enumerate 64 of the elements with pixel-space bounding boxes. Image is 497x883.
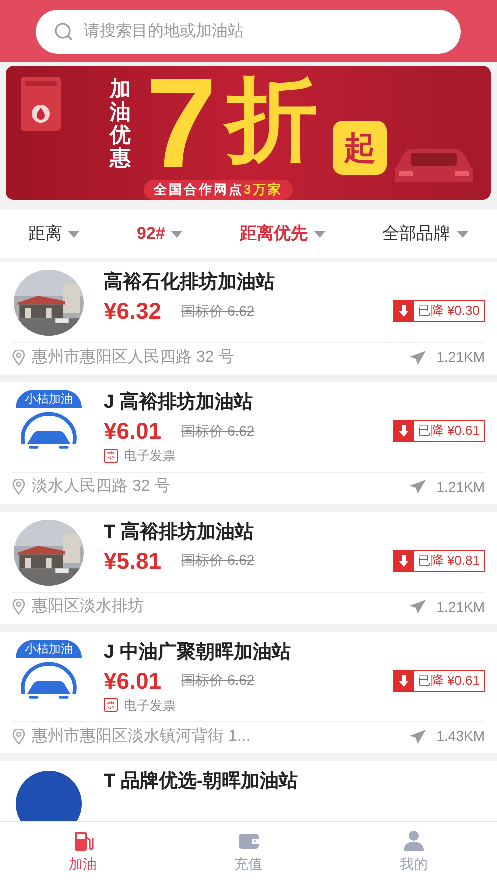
invoice-tag: 票: [104, 698, 118, 712]
location-pin-icon: [12, 350, 26, 366]
search-icon: [54, 22, 74, 42]
location-pin-icon: [12, 728, 26, 744]
station-card[interactable]: 高裕石化排坊加油站 ¥6.32 国标价 6.62 已降 ¥0.30 惠州市惠阳区人民四路 32 号 1.21KM: [0, 262, 497, 374]
station-address: 淡水人民四路 32 号: [32, 476, 171, 497]
distance-label: 1.43KM: [436, 727, 485, 746]
distance-label: 1.21KM: [436, 478, 485, 496]
station-name: 高裕石化排坊加油站: [104, 270, 275, 295]
discount-badge: 已降 ¥0.30: [392, 300, 485, 322]
station-address: 惠州市惠阳区淡水镇河背街 1...: [32, 726, 251, 746]
list-price: 国标价 6.62: [182, 671, 255, 690]
invoice-label: 电子发票: [124, 696, 176, 714]
person-icon: [403, 830, 426, 852]
list-price: 国标价 6.62: [182, 551, 255, 570]
car-icon: [18, 660, 80, 702]
tab-bar-item[interactable]: 加油: [0, 822, 166, 883]
logo-text: 小桔加油: [16, 640, 82, 658]
station-card[interactable]: 小桔加油 J 中油广聚朝晖加油站 ¥6.01 国标价 6.62 已降 ¥0.61 票 电子发票 惠州市惠阳区淡水镇河背街 1... 1.43KM: [0, 632, 497, 753]
caret-icon: [68, 230, 80, 238]
location-pin-icon: [12, 479, 26, 495]
station-name: J 中油广聚朝晖加油站: [104, 640, 291, 664]
caret-icon: [171, 230, 184, 238]
banner-badge: 起: [333, 121, 387, 175]
station-address: 惠州市惠阳区人民四路 32 号: [32, 348, 235, 368]
station-name: T 品牌优选-朝晖加油站: [104, 770, 298, 794]
discount-badge: 已降 ¥0.61: [392, 670, 485, 692]
invoice-label: 电子发票: [124, 447, 176, 465]
logo-text: 小桔加油: [16, 390, 82, 408]
filter-dropdown[interactable]: 距离优先: [240, 221, 326, 247]
station-card[interactable]: T 高裕排坊加油站 ¥5.81 国标价 6.62 已降 ¥0.81 惠阳区淡水排坊 1.21KM: [0, 512, 497, 624]
banner-tagline: 加油优惠: [110, 78, 131, 170]
invoice-tag: 票: [104, 448, 118, 463]
list-price: 国标价 6.62: [182, 302, 255, 320]
fuel-price: ¥6.01: [104, 666, 162, 696]
distance-label: 1.21KM: [436, 348, 485, 367]
fuel-price: ¥5.81: [104, 546, 162, 576]
brand-logo: [16, 771, 82, 821]
distance-label: 1.21KM: [436, 598, 485, 616]
discount-badge: 已降 ¥0.61: [392, 420, 485, 442]
banner-ribbon-highlight: 3万家: [244, 181, 284, 200]
fuel-price: ¥6.01: [104, 417, 162, 446]
car-icon: [18, 410, 80, 452]
fuel-price: ¥6.32: [104, 297, 162, 326]
navigation-arrow-icon[interactable]: [408, 479, 427, 495]
filter-dropdown[interactable]: 距离: [28, 221, 80, 247]
filter-dropdown[interactable]: 全部品牌: [382, 221, 469, 247]
search-field[interactable]: 请搜索目的地或加油站: [36, 10, 461, 54]
caret-icon: [314, 230, 326, 238]
list-price: 国标价 6.62: [182, 422, 255, 440]
station-address: 惠阳区淡水排坊: [32, 596, 144, 617]
location-pin-icon: [12, 599, 26, 615]
station-name: T 高裕排坊加油站: [104, 520, 254, 544]
station-name: J 高裕排坊加油站: [104, 390, 253, 415]
navigation-arrow-icon[interactable]: [408, 599, 427, 615]
navigation-arrow-icon[interactable]: [408, 350, 427, 366]
filter-dropdown[interactable]: 92#: [136, 221, 184, 247]
caret-icon: [456, 230, 469, 238]
navigation-arrow-icon[interactable]: [408, 728, 427, 744]
discount-badge: 已降 ¥0.81: [392, 550, 485, 572]
banner-headline-word: 折: [226, 74, 318, 166]
station-card[interactable]: T 品牌优选-朝晖加油站: [0, 761, 497, 821]
fuel-pump-icon: [20, 76, 62, 132]
station-card[interactable]: 小桔加油 J 高裕排坊加油站 ¥6.01 国标价 6.62 已降 ¥0.61 票 电子发票 淡水人民四路 32 号 1.21KM: [0, 382, 497, 504]
